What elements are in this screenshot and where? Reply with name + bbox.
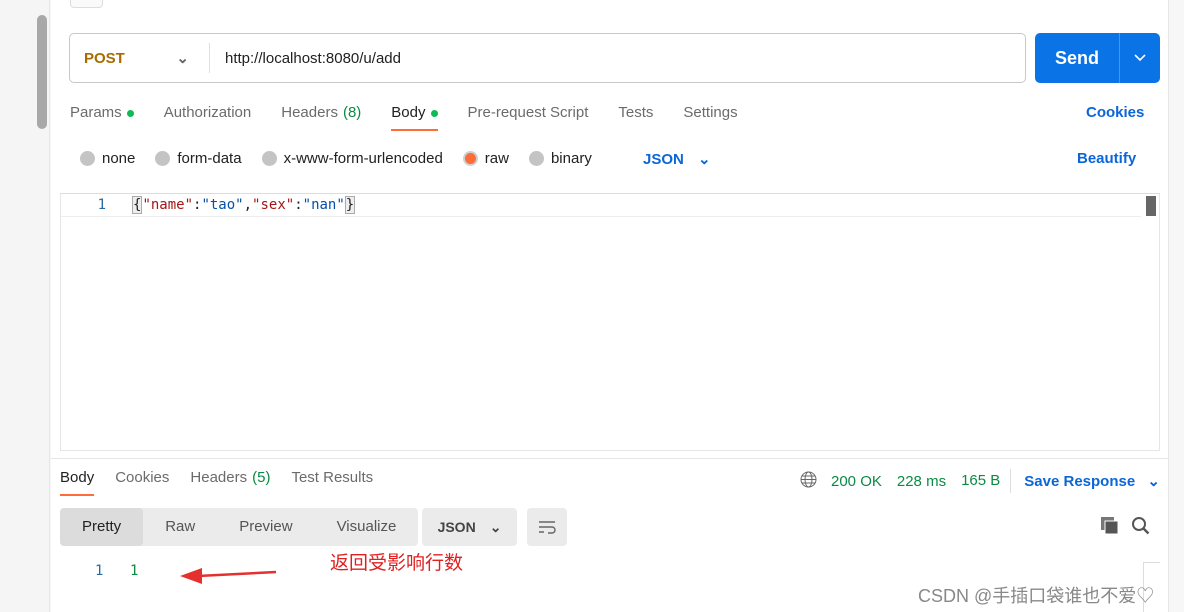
tab-pre-request-script[interactable]: Pre-request Script: [468, 104, 589, 131]
annotation-text: 返回受影响行数: [330, 553, 464, 574]
divider: [51, 458, 1168, 459]
body-format-select[interactable]: JSON ⌄: [643, 150, 711, 168]
tab-body[interactable]: Body: [391, 104, 438, 131]
view-mode-selector: Pretty Raw Preview Visualize: [60, 508, 419, 546]
status-dot: [430, 109, 438, 117]
status-dot: [126, 109, 134, 117]
view-mode-visualize[interactable]: Visualize: [315, 508, 419, 546]
wrap-lines-button[interactable]: [527, 508, 567, 546]
tab-headers[interactable]: Headers (5): [190, 469, 270, 496]
radio-label: raw: [484, 150, 509, 167]
radio-label: binary: [550, 150, 592, 167]
chevron-down-icon: ⌄: [176, 50, 189, 67]
line-number: 1: [97, 197, 106, 213]
radio-label: form-data: [177, 150, 242, 167]
brace: }: [344, 196, 356, 214]
response-time: 228 ms: [896, 472, 947, 490]
brace: {: [132, 196, 143, 214]
sidebar-scrollbar[interactable]: [37, 15, 47, 129]
tab-label: Params: [70, 104, 122, 121]
tab-label: Authorization: [163, 104, 252, 121]
radio-circle: [261, 151, 277, 166]
tab-count: (8): [342, 104, 362, 121]
tab-body[interactable]: Body: [60, 469, 95, 496]
radio-circle: [528, 151, 544, 166]
radio-circle: [462, 151, 478, 166]
tab-label: Settings: [683, 104, 738, 121]
save-response-label: Save Response: [1024, 473, 1136, 490]
tab-test-results[interactable]: Test Results: [291, 469, 373, 496]
send-dropdown-chevron-icon[interactable]: [1119, 33, 1160, 83]
json-key: "name": [142, 197, 194, 213]
method-select[interactable]: POST ⌄: [70, 43, 210, 73]
view-mode-raw[interactable]: Raw: [143, 508, 217, 546]
response-tabs: Body Cookies Headers (5) Test Results: [60, 469, 394, 496]
send-label: Send: [1054, 47, 1099, 68]
tab-tests[interactable]: Tests: [618, 104, 653, 131]
url-input[interactable]: http://localhost:8080/u/add: [210, 50, 401, 67]
tab-label: Body: [60, 469, 95, 486]
response-format-select[interactable]: JSON ⌄: [422, 508, 517, 546]
line-number: 1: [95, 563, 104, 579]
json-key: "sex": [252, 197, 295, 213]
globe-icon[interactable]: [800, 471, 817, 492]
tab-label: Pre-request Script: [467, 104, 589, 121]
tab-back-button[interactable]: [70, 0, 103, 8]
radio-label: none: [102, 150, 136, 167]
response-size: 165 B: [961, 469, 1012, 493]
tab-authorization[interactable]: Authorization: [164, 104, 252, 131]
radio-label: x-www-form-urlencoded: [283, 150, 443, 167]
tab-cookies[interactable]: Cookies: [115, 469, 169, 496]
radio-binary[interactable]: binary: [528, 150, 592, 167]
chevron-down-icon: ⌄: [1147, 473, 1160, 490]
radio-circle: [155, 151, 171, 166]
url-bar: POST ⌄ http://localhost:8080/u/add: [69, 33, 1026, 83]
request-tabs: Params Authorization Headers (8) Body Pre-req…: [70, 104, 768, 131]
watermark: CSDN @手插口袋谁也不爱♡: [918, 586, 1155, 606]
response-status: 200 OK 228 ms 165 B Save Response ⌄: [800, 469, 1160, 493]
beautify-link[interactable]: Beautify: [1077, 150, 1136, 167]
editor-line: 1 {"name": "tao", "sex": "nan"}: [61, 194, 1141, 217]
method-label: POST: [84, 49, 125, 67]
search-icon[interactable]: [1131, 516, 1150, 539]
radio-form-data[interactable]: form-data: [155, 150, 242, 167]
copy-icon[interactable]: [1100, 516, 1119, 539]
tab-label: Headers: [190, 469, 248, 486]
editor-scrollbar[interactable]: [1146, 196, 1156, 216]
cookies-link[interactable]: Cookies: [1086, 104, 1144, 121]
response-format-label: JSON: [437, 519, 476, 535]
tab-label: Body: [391, 104, 426, 121]
response-line: 1 1: [95, 563, 138, 579]
body-format-label: JSON: [643, 151, 684, 168]
radio-raw[interactable]: raw: [462, 150, 509, 167]
json-value: "nan": [302, 197, 345, 213]
status-code: 200 OK: [831, 472, 882, 490]
save-response-button[interactable]: Save Response ⌄: [1024, 472, 1160, 490]
tab-label: Tests: [618, 104, 654, 121]
body-type-radios: none form-data x-www-form-urlencoded raw bin…: [80, 150, 612, 167]
tab-label: Headers: [281, 104, 338, 121]
json-value: "tao": [201, 197, 244, 213]
tab-settings[interactable]: Settings: [683, 104, 737, 131]
tab-count: (5): [252, 469, 271, 486]
view-mode-preview[interactable]: Preview: [217, 508, 314, 546]
radio-x-www-form-urlencoded[interactable]: x-www-form-urlencoded: [261, 150, 443, 167]
tab-headers[interactable]: Headers (8): [281, 104, 361, 131]
tab-label: Test Results: [291, 469, 374, 486]
arrow-annotation: [180, 568, 277, 584]
radio-circle: [80, 151, 95, 166]
chevron-down-icon: ⌄: [698, 151, 711, 168]
radio-none[interactable]: none: [80, 150, 135, 167]
chevron-down-icon: ⌄: [489, 518, 502, 535]
view-mode-pretty[interactable]: Pretty: [60, 508, 144, 546]
tab-params[interactable]: Params: [70, 104, 134, 131]
body-editor[interactable]: 1 {"name": "tao", "sex": "nan"}: [60, 193, 1160, 451]
send-button[interactable]: Send: [1035, 33, 1160, 83]
tab-label: Cookies: [115, 469, 170, 486]
wrap-icon: [539, 521, 556, 534]
response-value: 1: [130, 563, 139, 579]
